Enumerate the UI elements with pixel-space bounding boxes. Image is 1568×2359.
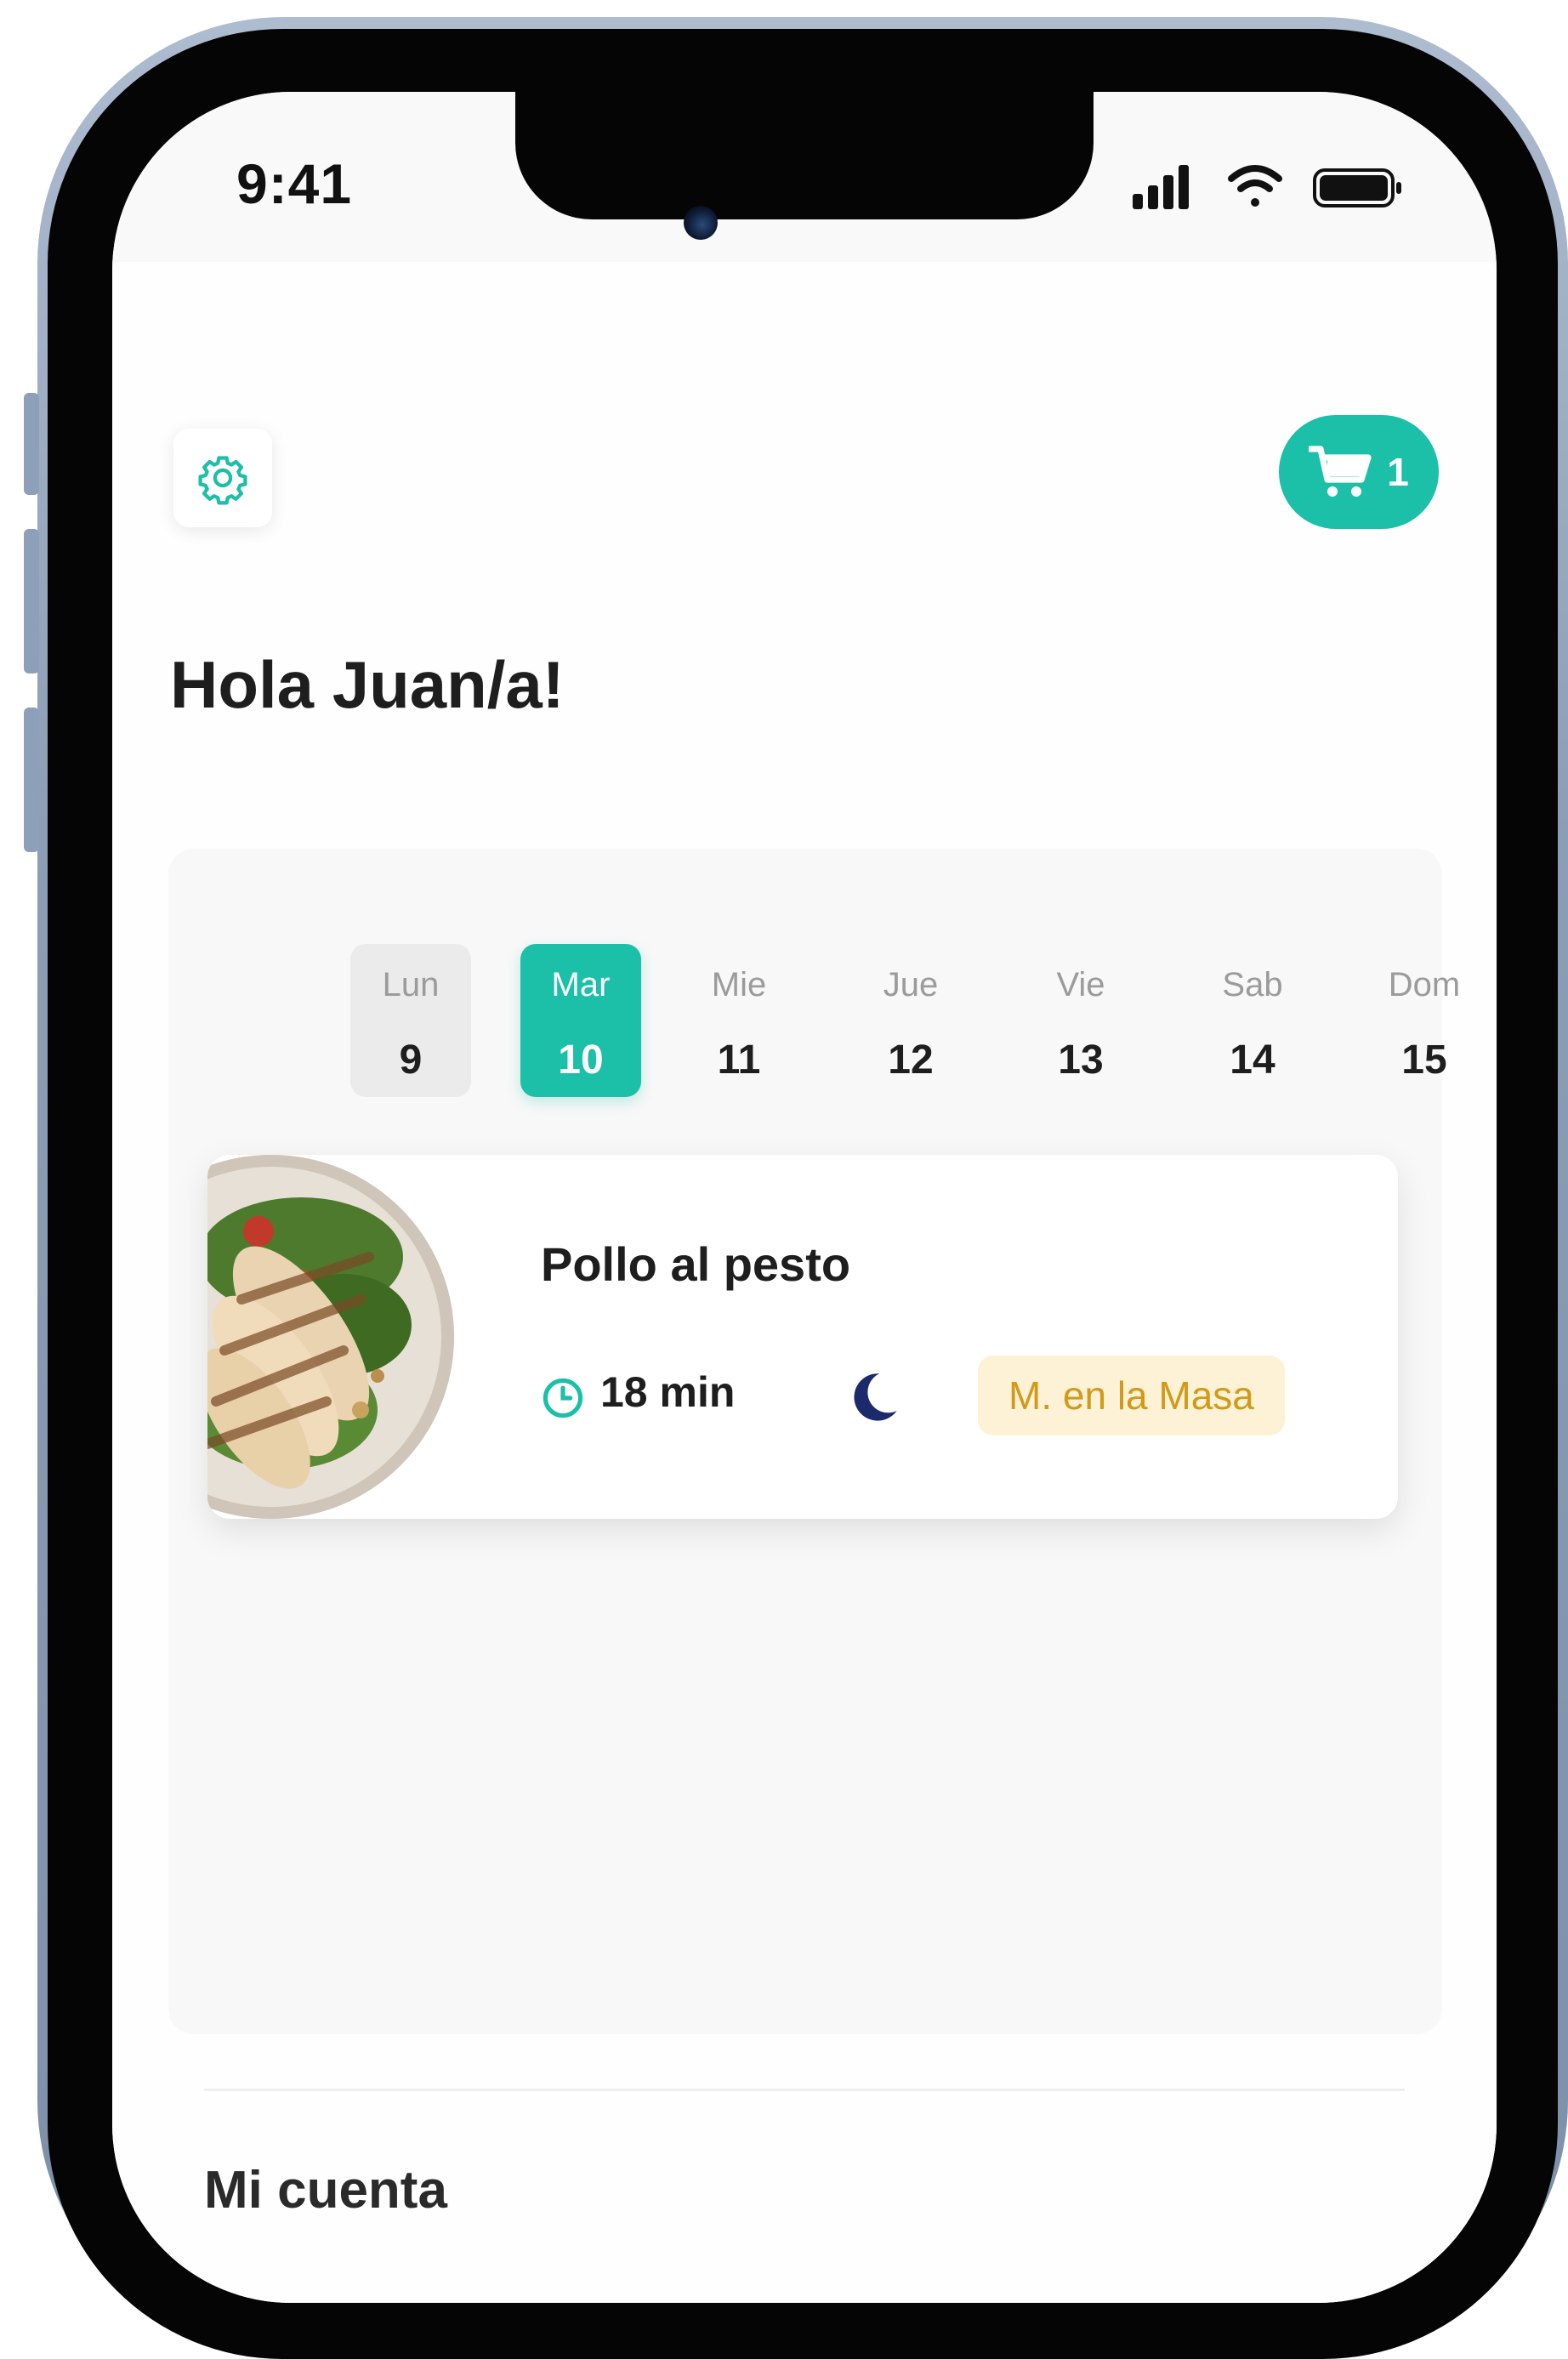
day-name: Dom: [1388, 966, 1461, 1003]
cart-count-badge: 1: [1387, 450, 1409, 494]
recipe-badge: M. en la Masa: [978, 1356, 1285, 1435]
day-name: Sab: [1222, 966, 1283, 1003]
cart-button[interactable]: 1: [1279, 415, 1439, 529]
moon-icon: [854, 1373, 897, 1421]
volume-up-button: [24, 529, 39, 674]
day-number: 10: [558, 1037, 604, 1083]
day-name: Mie: [711, 966, 767, 1003]
cart-icon: [1309, 446, 1372, 497]
settings-button[interactable]: [173, 429, 272, 527]
day-name: Vie: [1056, 966, 1105, 1003]
greeting-title: Hola Juan/a!: [170, 647, 565, 722]
day-name: Jue: [883, 966, 939, 1003]
day-dom[interactable]: Dom 15: [1364, 944, 1485, 1097]
day-number: 11: [717, 1037, 761, 1083]
recipe-photo-illustration: [207, 1155, 454, 1519]
day-number: 12: [888, 1037, 934, 1083]
notch: [515, 92, 1094, 219]
day-number: 13: [1058, 1037, 1104, 1083]
day-name: Lun: [382, 966, 440, 1003]
front-camera: [684, 206, 718, 240]
day-mie[interactable]: Mie 11: [679, 944, 799, 1097]
recipe-card[interactable]: Pollo al pesto 18 min M. en la Masa: [207, 1155, 1398, 1519]
day-lun[interactable]: Lun 9: [350, 944, 471, 1097]
clock-icon: [543, 1378, 583, 1418]
battery-icon: [1313, 168, 1401, 207]
volume-down-button: [24, 708, 39, 852]
day-number: 15: [1401, 1037, 1447, 1083]
day-mar[interactable]: Mar 10: [520, 944, 641, 1097]
recipe-title: Pollo al pesto: [541, 1237, 851, 1291]
day-number: 9: [399, 1037, 423, 1083]
home-screen: 1 Hola Juan/a! Lun 9 Mar 10 Mie 11 Jue 1…: [112, 262, 1497, 2303]
silent-switch: [24, 393, 39, 495]
screen: 9:41 1 Hola Juan/a! Lun 9 Mar 10 Mie 11 …: [112, 92, 1497, 2303]
day-selector: Lun 9 Mar 10 Mie 11 Jue 12 Vie 13 Sab 14…: [168, 944, 1460, 1097]
day-jue[interactable]: Jue 12: [850, 944, 971, 1097]
wifi-icon: [1228, 165, 1282, 207]
recipe-photo: [207, 1155, 454, 1519]
signal-icon: [1133, 165, 1189, 209]
day-number: 14: [1230, 1037, 1275, 1083]
day-vie[interactable]: Vie 13: [1020, 944, 1141, 1097]
day-sab[interactable]: Sab 14: [1192, 944, 1313, 1097]
status-time: 9:41: [236, 152, 353, 215]
weekly-planner: Lun 9 Mar 10 Mie 11 Jue 12 Vie 13 Sab 14…: [168, 849, 1460, 2034]
status-icons: [1133, 165, 1401, 209]
gear-icon: [198, 456, 247, 505]
account-section-title: Mi cuenta: [204, 2161, 447, 2220]
day-name: Mar: [551, 966, 611, 1003]
recipe-time: 18 min: [600, 1368, 736, 1416]
divider: [204, 2089, 1405, 2091]
